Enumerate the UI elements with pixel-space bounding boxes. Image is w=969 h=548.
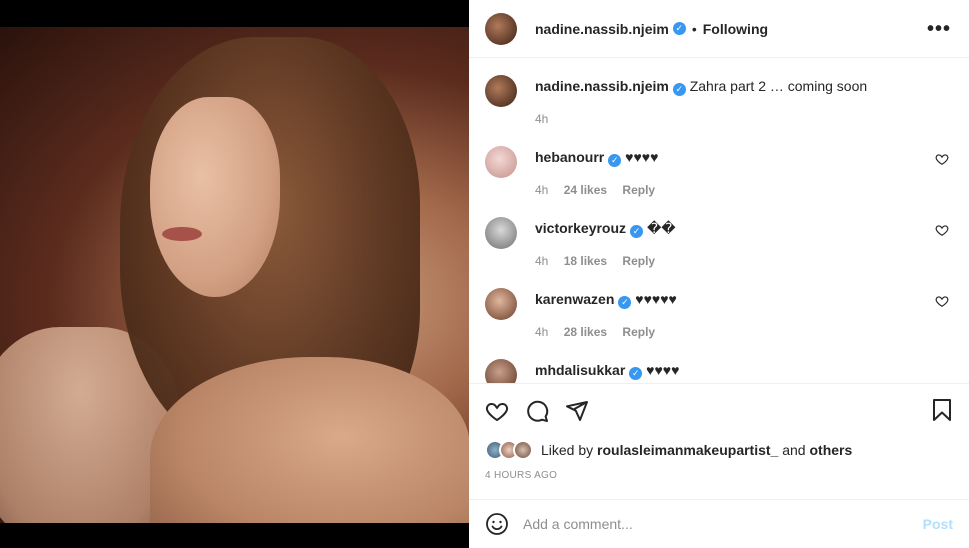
caption-text: Zahra part 2 … coming soon — [689, 78, 868, 94]
comment-text: ♥♥♥♥♥ — [635, 291, 677, 307]
commenter-avatar[interactable] — [485, 288, 517, 320]
emoji-icon[interactable] — [485, 512, 509, 536]
comment-likes[interactable]: 24 likes — [564, 183, 607, 197]
photo-face — [150, 97, 280, 297]
comment-likes[interactable]: 18 likes — [564, 254, 607, 268]
liked-by-and: and — [782, 442, 806, 458]
reply-button[interactable]: Reply — [622, 254, 655, 268]
author-avatar[interactable] — [485, 12, 517, 45]
comment-username[interactable]: karenwazen — [535, 291, 614, 307]
commenter-avatar[interactable] — [485, 146, 517, 178]
like-heart-icon[interactable] — [485, 399, 509, 423]
comment-username[interactable]: victorkeyrouz — [535, 220, 626, 236]
liked-by-user[interactable]: roulasleimanmakeupartist_ — [597, 442, 778, 458]
caption-username[interactable]: nadine.nassib.njeim — [535, 78, 669, 94]
post-photo[interactable] — [0, 27, 469, 523]
add-comment-bar: Post — [469, 499, 969, 548]
liked-by-prefix: Liked by — [541, 442, 594, 458]
comment-item: karenwazen ✓ ♥♥♥♥♥ 4h 28 likes Reply — [485, 288, 953, 341]
post-panel: nadine.nassib.njeim ✓ • Following ••• na… — [469, 0, 969, 548]
verified-icon: ✓ — [672, 83, 686, 96]
comment-username[interactable]: hebanourr — [535, 149, 604, 165]
action-icons — [485, 398, 953, 424]
post-media — [0, 0, 469, 548]
liker-avatars[interactable] — [485, 440, 533, 460]
comment-time[interactable]: 4h — [535, 325, 548, 339]
save-bookmark-icon[interactable] — [931, 398, 953, 422]
likes-summary: Liked by roulasleimanmakeupartist_ and o… — [485, 440, 953, 460]
caption: nadine.nassib.njeim ✓ Zahra part 2 … comi… — [485, 75, 953, 128]
separator-dot: • — [691, 20, 697, 37]
comment-username[interactable]: mhdalisukkar — [535, 362, 625, 378]
comment-item: hebanourr ✓ ♥♥♥♥ 4h 24 likes Reply — [485, 146, 953, 199]
reply-button[interactable]: Reply — [622, 183, 655, 197]
post-actions: Liked by roulasleimanmakeupartist_ and o… — [469, 383, 969, 481]
post-header: nadine.nassib.njeim ✓ • Following ••• — [469, 0, 969, 58]
comment-time[interactable]: 4h — [535, 254, 548, 268]
comment-input[interactable] — [523, 516, 923, 532]
liked-by-others[interactable]: others — [809, 442, 852, 458]
post-comment-button[interactable]: Post — [923, 516, 953, 532]
comment-item: mhdalisukkar ✓ ♥♥♥♥ — [485, 359, 953, 383]
comment-text: ♥♥♥♥ — [625, 149, 659, 165]
following-button[interactable]: Following — [703, 21, 768, 37]
verified-icon: ✓ — [630, 225, 644, 238]
verified-icon: ✓ — [618, 296, 632, 309]
commenter-avatar[interactable] — [485, 359, 517, 383]
author-avatar[interactable] — [485, 75, 517, 107]
post-timestamp[interactable]: 4 HOURS AGO — [485, 470, 953, 481]
comments-list[interactable]: nadine.nassib.njeim ✓ Zahra part 2 … comi… — [469, 59, 969, 383]
reply-button[interactable]: Reply — [622, 325, 655, 339]
comment-time[interactable]: 4h — [535, 183, 548, 197]
share-send-icon[interactable] — [565, 399, 589, 423]
like-comment-heart-icon[interactable] — [935, 223, 949, 237]
comment-item: victorkeyrouz ✓ �� 4h 18 likes Reply — [485, 217, 953, 270]
comment-text: �� — [646, 220, 676, 236]
verified-icon: ✓ — [608, 154, 622, 167]
caption-time[interactable]: 4h — [535, 112, 548, 126]
comment-likes[interactable]: 28 likes — [564, 325, 607, 339]
like-comment-heart-icon[interactable] — [935, 152, 949, 166]
comment-bubble-icon[interactable] — [525, 399, 549, 423]
verified-icon: ✓ — [672, 22, 686, 35]
photo-lips — [162, 227, 202, 241]
verified-icon: ✓ — [629, 367, 643, 380]
author-username[interactable]: nadine.nassib.njeim — [535, 21, 669, 37]
comment-text: ♥♥♥♥ — [646, 362, 680, 378]
commenter-avatar[interactable] — [485, 217, 517, 249]
liker-avatar — [513, 440, 533, 460]
more-options-icon[interactable]: ••• — [927, 18, 951, 41]
like-comment-heart-icon[interactable] — [935, 294, 949, 308]
